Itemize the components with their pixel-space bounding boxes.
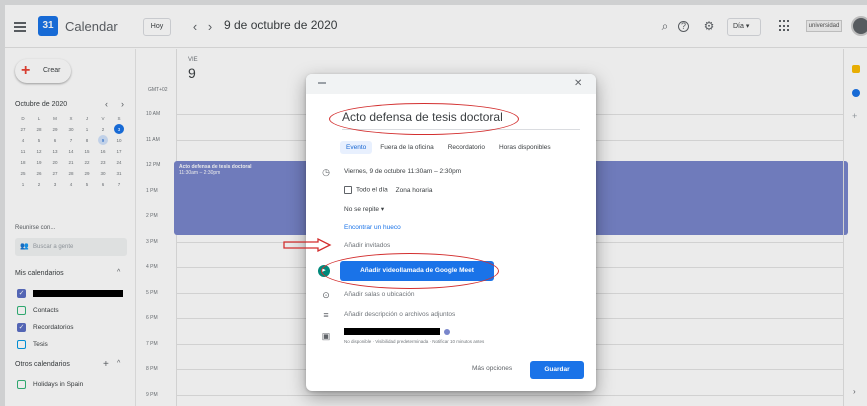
annotation-arrow-icon xyxy=(283,238,332,252)
tab-horas-disponibles[interactable]: Horas disponibles xyxy=(493,141,557,154)
all-day-row: Todo el día Zona horaria xyxy=(344,186,432,194)
more-options-button[interactable]: Más opciones xyxy=(472,365,512,372)
calendar-owner-row[interactable] xyxy=(344,328,450,335)
drag-handle-icon[interactable] xyxy=(318,82,326,84)
annotation-ellipse-title xyxy=(329,103,519,135)
location-input[interactable]: Añadir salas o ubicación xyxy=(344,291,414,298)
find-time-link[interactable]: Encontrar un hueco xyxy=(344,224,401,231)
save-button[interactable]: Guardar xyxy=(530,361,584,379)
redacted-calendar-name xyxy=(344,328,440,335)
location-pin-icon: ⊙ xyxy=(322,290,330,300)
clock-icon: ◷ xyxy=(322,167,330,177)
close-icon[interactable]: ✕ xyxy=(574,78,582,89)
dialog-drag-bar[interactable]: ✕ xyxy=(306,74,596,94)
tab-evento[interactable]: Evento xyxy=(340,141,373,154)
description-icon: ≡ xyxy=(323,310,329,320)
repeat-select[interactable]: No se repite ▾ xyxy=(344,205,384,213)
all-day-label: Todo el día xyxy=(356,186,388,194)
tab-recordatorio[interactable]: Recordatorio xyxy=(442,141,491,154)
repeat-label: No se repite xyxy=(344,206,380,213)
all-day-checkbox[interactable] xyxy=(344,186,352,194)
add-guests-input[interactable]: Añadir invitados xyxy=(344,242,390,249)
annotation-ellipse-meet xyxy=(321,253,499,289)
event-datetime[interactable]: Viernes, 9 de octubre 11:30am – 2:30pm xyxy=(344,168,461,175)
calendar-meta: No disponible · Visibilidad predetermina… xyxy=(344,339,485,344)
calendar-app: 31 Calendar Hoy ‹ › 9 de octubre de 2020… xyxy=(5,5,867,406)
tab-fuera-oficina[interactable]: Fuera de la oficina xyxy=(374,141,439,154)
calendar-icon: ▣ xyxy=(321,331,331,341)
timezone-link[interactable]: Zona horaria xyxy=(396,187,433,194)
event-type-tabs: Evento Fuera de la oficina Recordatorio … xyxy=(340,141,559,154)
calendar-color-dot xyxy=(444,328,450,335)
description-input[interactable]: Añadir descripción o archivos adjuntos xyxy=(344,311,455,318)
